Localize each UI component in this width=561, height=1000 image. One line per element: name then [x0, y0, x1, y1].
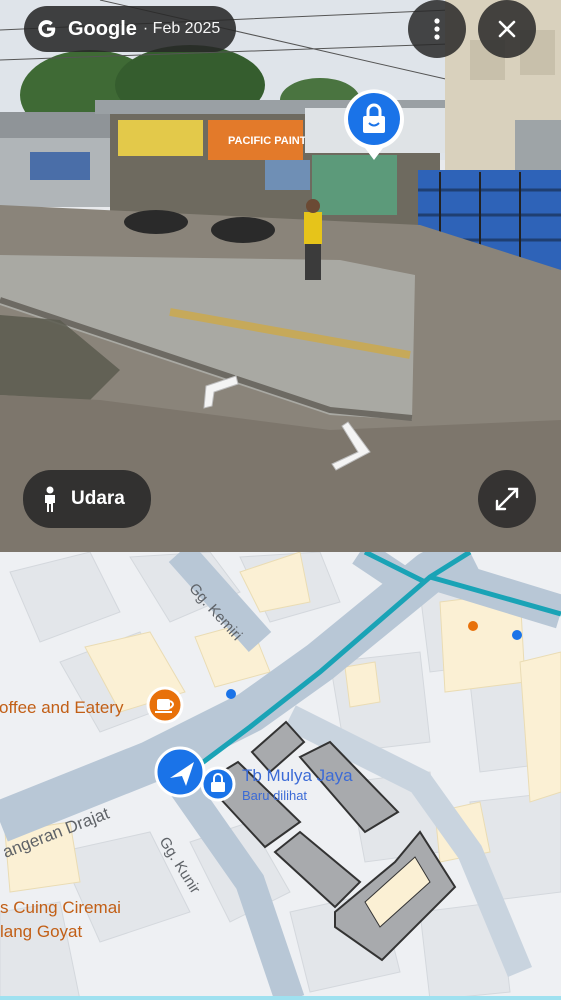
place-marker[interactable]	[343, 88, 405, 162]
nav-arrow-back[interactable]	[196, 372, 242, 412]
nav-arrow-forward[interactable]	[328, 418, 380, 476]
bag-pin-icon[interactable]	[200, 766, 236, 802]
place-recent-label: Baru dilihat	[242, 788, 308, 803]
poi-goyat-label[interactable]: lang Goyat	[0, 922, 82, 942]
coffee-icon[interactable]	[146, 686, 184, 724]
view-mode-button[interactable]: Udara	[23, 470, 151, 528]
close-button[interactable]	[478, 0, 536, 58]
poi-cuing-label[interactable]: s Cuing Ciremai	[0, 898, 121, 918]
poi-coffee-label[interactable]: offee and Eatery	[0, 698, 123, 718]
close-icon	[498, 20, 516, 38]
poi-dot[interactable]	[512, 630, 522, 640]
expand-icon	[495, 487, 519, 511]
brand-label: Google	[68, 17, 137, 40]
imagery-date: · Feb 2025	[142, 20, 221, 37]
google-g-icon	[38, 20, 56, 38]
poi-dot[interactable]	[226, 689, 236, 699]
shop-sign: PACIFIC PAINT	[228, 135, 307, 147]
more-options-button[interactable]	[408, 0, 466, 58]
place-name-label[interactable]: Tb Mulya Jaya	[242, 766, 353, 786]
my-location-icon[interactable]	[154, 746, 206, 798]
poi-dot[interactable]	[468, 621, 478, 631]
imagery-date-pill: Google · Feb 2025	[24, 6, 237, 52]
expand-button[interactable]	[478, 470, 536, 528]
person-icon	[45, 486, 55, 512]
more-vert-icon	[434, 18, 440, 40]
street-view-panel[interactable]: PACIFIC PAINT Google · Feb 2025 Udara	[0, 0, 561, 552]
view-mode-label: Udara	[71, 488, 125, 509]
map-panel[interactable]: offee and Eatery Gg. Kemiri angeran Draj…	[0, 552, 561, 1000]
